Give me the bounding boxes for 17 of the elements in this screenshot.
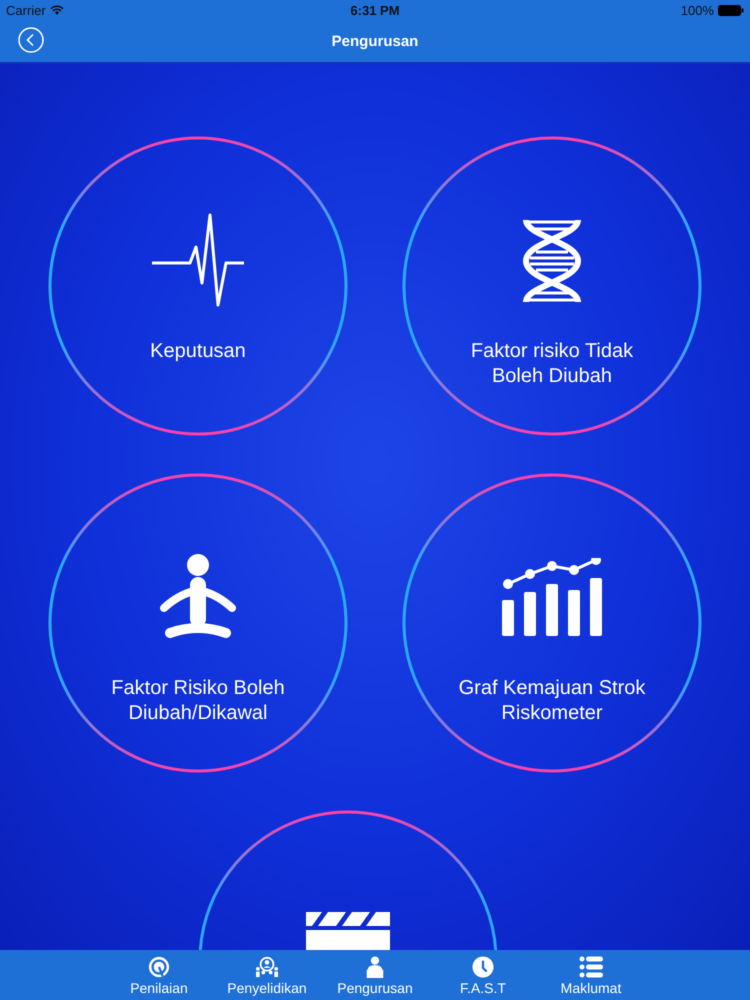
menu-circle[interactable]: Keputusan [48,136,348,436]
menu-label: Faktor Risiko Boleh Diubah/Dikawal [110,676,286,726]
tab-item[interactable]: Maklumat [537,950,645,1000]
tab-item[interactable]: Penyelidikan [213,950,321,1000]
screen-title: Pengurusan [332,32,418,50]
menu-circle[interactable]: Graf Kemajuan Strok Riskometer [402,473,702,773]
carrier-text: Carrier [6,2,46,18]
tab-item[interactable]: Penilaian [105,950,213,1000]
battery-text: 100% [680,2,714,18]
tab-item[interactable]: Pengurusan [321,950,429,1000]
menu-circle[interactable]: Faktor Risiko Boleh Diubah/Dikawal [48,473,348,773]
menu-label: Keputusan [149,339,247,364]
menu-circle[interactable]: Faktor risiko Tidak Boleh Diubah [402,136,702,436]
clock-text: 6:31 PM [350,2,400,18]
menu-label: Faktor risiko Tidak Boleh Diubah [470,339,634,389]
menu-label: Graf Kemajuan Strok Riskometer [458,676,646,726]
tab-item[interactable]: F.A.S.T [429,950,537,1000]
